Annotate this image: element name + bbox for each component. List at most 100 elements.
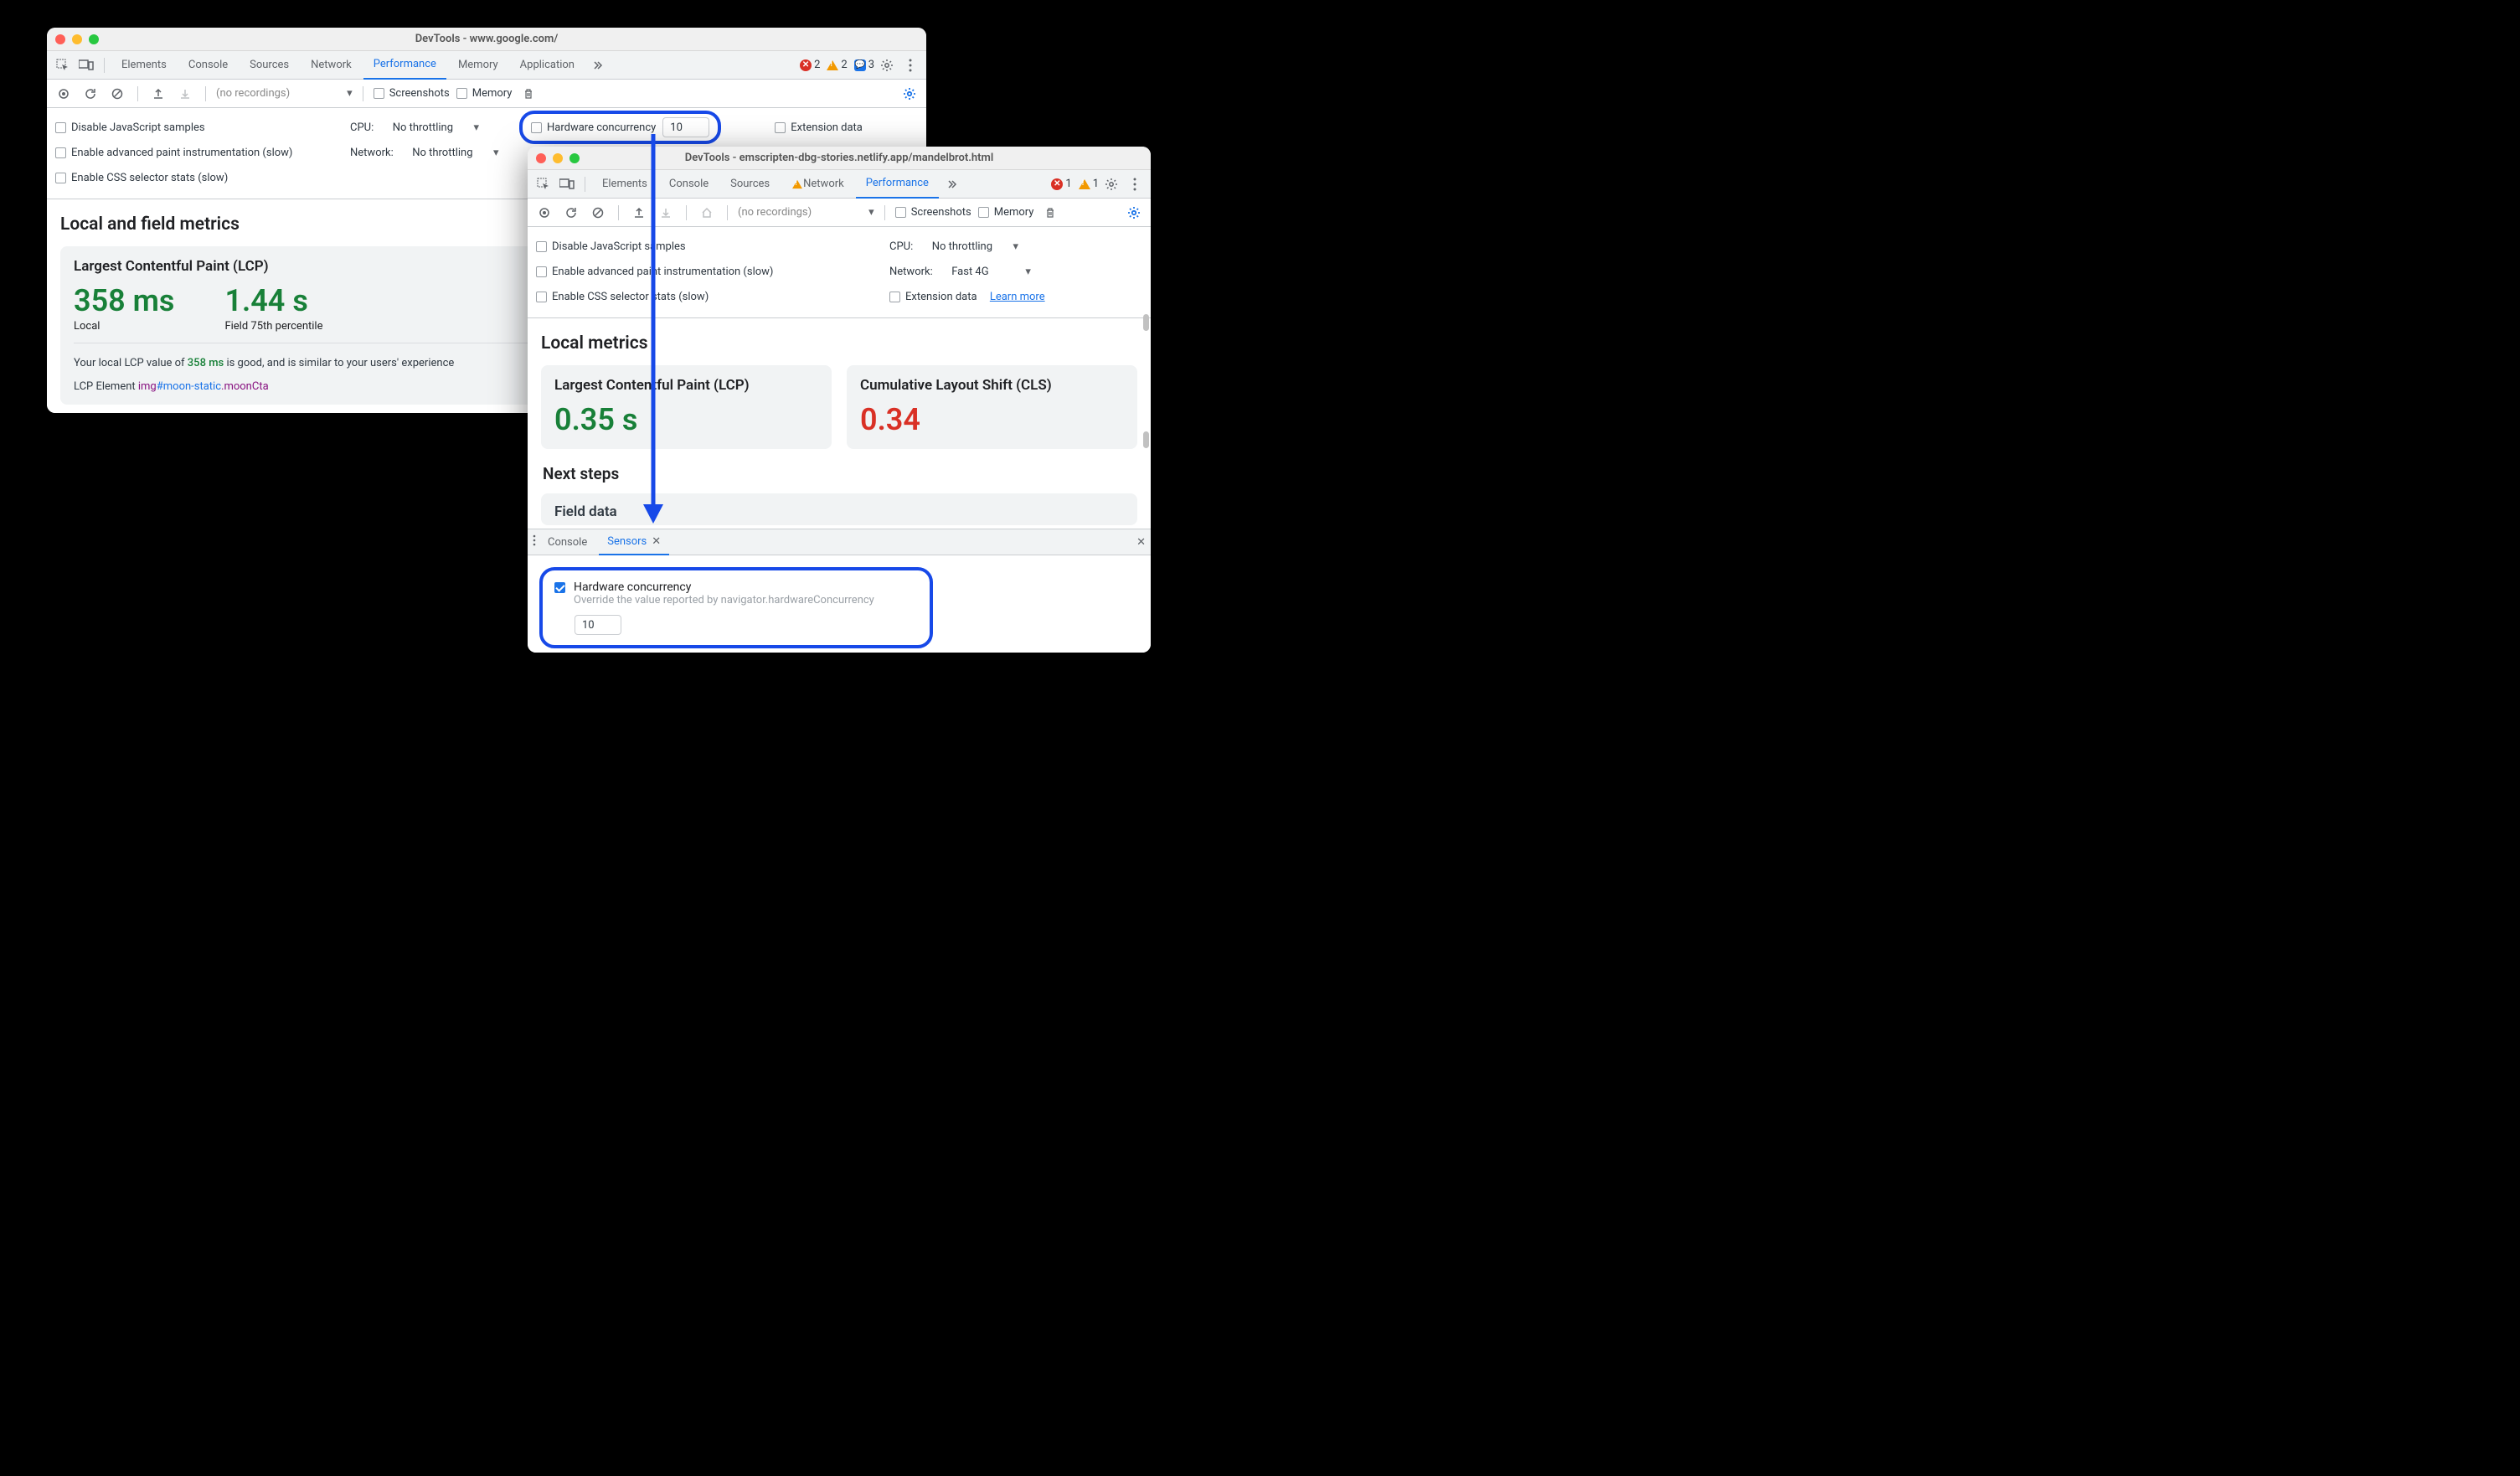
tab-elements[interactable]: Elements: [111, 51, 177, 80]
disable-js-checkbox[interactable]: Disable JavaScript samples: [55, 121, 340, 134]
warning-count[interactable]: 1: [1079, 178, 1099, 190]
tab-elements[interactable]: Elements: [592, 170, 657, 199]
chevron-down-icon[interactable]: ▾: [868, 206, 874, 219]
download-icon[interactable]: [656, 203, 676, 223]
upload-icon[interactable]: [148, 84, 168, 104]
settings-icon[interactable]: [876, 54, 898, 76]
titlebar[interactable]: DevTools - www.google.com/: [47, 28, 926, 51]
tab-application[interactable]: Application: [510, 51, 585, 80]
tab-performance[interactable]: Performance: [856, 170, 939, 199]
tab-console[interactable]: Console: [659, 170, 719, 199]
reload-icon[interactable]: [561, 203, 581, 223]
tab-performance[interactable]: Performance: [363, 51, 446, 80]
minimize-icon[interactable]: [72, 34, 82, 44]
device-icon[interactable]: [75, 54, 97, 76]
panel-settings-icon[interactable]: [1124, 203, 1144, 223]
drawer-tab-sensors[interactable]: Sensors✕: [599, 529, 669, 555]
more-icon[interactable]: [899, 54, 921, 76]
local-value: 358 ms: [74, 283, 174, 318]
maximize-icon[interactable]: [89, 34, 99, 44]
enable-css-checkbox[interactable]: Enable CSS selector stats (slow): [536, 291, 879, 303]
separator: [104, 58, 105, 73]
close-tab-icon[interactable]: ✕: [652, 535, 661, 548]
recordings-dropdown[interactable]: (no recordings): [738, 206, 812, 219]
warning-count[interactable]: 2: [827, 59, 847, 71]
cpu-throttle-dropdown[interactable]: CPU: No throttling ▾: [889, 240, 1018, 253]
inspect-icon[interactable]: [533, 173, 554, 195]
hw-concurrency-input[interactable]: 10: [575, 615, 621, 635]
minimize-icon[interactable]: [553, 153, 563, 163]
metrics-content: Local metrics Largest Contentful Paint (…: [528, 318, 1151, 529]
scrollbar[interactable]: [1143, 314, 1149, 331]
recordings-dropdown[interactable]: (no recordings): [216, 87, 290, 100]
panel-settings-icon[interactable]: [899, 84, 920, 104]
enable-paint-checkbox[interactable]: Enable advanced paint instrumentation (s…: [536, 266, 879, 278]
chevron-down-icon[interactable]: ▾: [347, 87, 353, 100]
network-throttle-dropdown[interactable]: Network: Fast 4G ▾: [889, 266, 1031, 278]
extension-data-checkbox[interactable]: Extension data: [775, 121, 863, 134]
field-label: Field 75th percentile: [224, 320, 322, 333]
settings-icon[interactable]: [1100, 173, 1122, 195]
record-icon[interactable]: [534, 203, 554, 223]
tab-network[interactable]: Network: [301, 51, 362, 80]
screenshots-checkbox[interactable]: Screenshots: [374, 87, 450, 100]
cpu-throttle-dropdown[interactable]: CPU: No throttling ▾: [350, 121, 509, 134]
scrollbar[interactable]: [1143, 431, 1149, 448]
learn-more-link[interactable]: Learn more: [990, 291, 1045, 303]
clear-icon[interactable]: [588, 203, 608, 223]
upload-icon[interactable]: [629, 203, 649, 223]
more-icon[interactable]: [1124, 173, 1146, 195]
close-icon[interactable]: [55, 34, 65, 44]
maximize-icon[interactable]: [569, 153, 580, 163]
close-drawer-icon[interactable]: ✕: [1136, 536, 1146, 549]
titlebar[interactable]: DevTools - emscripten-dbg-stories.netlif…: [528, 147, 1151, 170]
memory-checkbox[interactable]: Memory: [978, 206, 1034, 219]
close-icon[interactable]: [536, 153, 546, 163]
disable-js-checkbox[interactable]: Disable JavaScript samples: [536, 240, 879, 253]
drawer-more-icon[interactable]: [533, 534, 536, 550]
hw-concurrency-checkbox[interactable]: Hardware concurrency: [531, 121, 656, 134]
issue-counts[interactable]: ✕1 1: [1051, 178, 1099, 190]
cls-title: Cumulative Layout Shift (CLS): [860, 377, 1124, 394]
reload-icon[interactable]: [80, 84, 100, 104]
home-icon[interactable]: [697, 203, 717, 223]
lcp-title: Largest Contentful Paint (LCP): [554, 377, 818, 394]
local-metric: 358 ms Local: [74, 283, 174, 333]
trash-icon[interactable]: [518, 84, 539, 104]
enable-paint-checkbox[interactable]: Enable advanced paint instrumentation (s…: [55, 147, 340, 159]
record-icon[interactable]: [54, 84, 74, 104]
network-throttle-dropdown[interactable]: Network: No throttling ▾: [350, 147, 499, 159]
tab-memory[interactable]: Memory: [448, 51, 508, 80]
inspect-icon[interactable]: [52, 54, 74, 76]
field-value: 1.44 s: [224, 283, 322, 318]
hw-concurrency-checkbox[interactable]: [554, 582, 565, 593]
extension-data-checkbox[interactable]: Extension data Learn more: [889, 291, 1045, 303]
perf-toolbar: (no recordings) ▾ Screenshots Memory: [47, 80, 926, 108]
tab-sources[interactable]: Sources: [240, 51, 299, 80]
hw-concurrency-input[interactable]: 10: [662, 117, 709, 137]
clear-icon[interactable]: [107, 84, 127, 104]
device-icon[interactable]: [556, 173, 578, 195]
local-label: Local: [74, 320, 174, 333]
error-count[interactable]: ✕2: [800, 59, 820, 71]
more-tabs-icon[interactable]: [940, 173, 962, 195]
download-icon[interactable]: [175, 84, 195, 104]
cls-card: Cumulative Layout Shift (CLS) 0.34: [847, 365, 1137, 449]
checkbox-icon: [531, 122, 542, 133]
hw-concurrency-title: Hardware concurrency: [574, 581, 874, 594]
separator: [727, 205, 728, 220]
tab-console[interactable]: Console: [178, 51, 238, 80]
memory-checkbox[interactable]: Memory: [456, 87, 513, 100]
tab-sources[interactable]: Sources: [720, 170, 780, 199]
tab-network[interactable]: Network: [781, 170, 854, 199]
enable-css-checkbox[interactable]: Enable CSS selector stats (slow): [55, 172, 340, 184]
info-count[interactable]: 💬3: [854, 59, 874, 71]
separator: [686, 205, 687, 220]
issue-counts[interactable]: ✕2 2 💬3: [800, 59, 874, 71]
hw-concurrency-subtitle: Override the value reported by navigator…: [574, 594, 874, 606]
more-tabs-icon[interactable]: [586, 54, 608, 76]
error-count[interactable]: ✕1: [1051, 178, 1071, 190]
drawer-tab-console[interactable]: Console: [539, 529, 595, 555]
trash-icon[interactable]: [1040, 203, 1060, 223]
screenshots-checkbox[interactable]: Screenshots: [895, 206, 971, 219]
